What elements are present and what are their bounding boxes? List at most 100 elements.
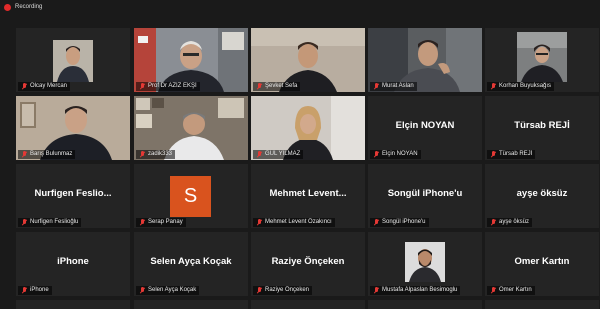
participant-name: Murat Aslan [382, 83, 414, 89]
mic-muted-icon [490, 219, 496, 226]
mic-muted-icon [490, 151, 496, 158]
mic-muted-icon [139, 219, 145, 226]
participant-tile-partial[interactable] [251, 300, 365, 309]
participant-nametag: ayşe öksüz [487, 218, 533, 227]
participant-tile-mustafa-alpaslan-besimoglu[interactable]: Mustafa Alpaslan Besimoglu [368, 232, 482, 296]
participant-tile-serap-panay[interactable]: S Serap Panay [134, 164, 248, 228]
participant-nametag: GUL YILMAZ [253, 150, 304, 159]
participant-display-name: iPhone [57, 256, 89, 267]
participant-tile-ayse-oksuz[interactable]: ayşe öksüz ayşe öksüz [485, 164, 599, 228]
participant-nametag: Nurfigen Feslioğlu [18, 218, 82, 227]
participant-name: Barış Bulunmaz [30, 151, 73, 157]
participant-nametag: zadik333 [136, 150, 176, 159]
participant-nametag: Korhan Buyuksağıs [487, 82, 555, 91]
participant-tile-sevket-sefa[interactable]: Şevket Sefa [251, 28, 365, 92]
participant-tile-partial[interactable] [368, 300, 482, 309]
mic-muted-icon [490, 83, 496, 90]
participant-tile-partial[interactable] [16, 300, 130, 309]
mic-muted-icon [490, 287, 496, 294]
mic-muted-icon [256, 151, 262, 158]
participant-display-name: Selen Ayça Koçak [150, 256, 232, 267]
recording-label: Recording [15, 4, 43, 10]
participant-nametag: Şevket Sefa [253, 82, 301, 91]
participant-tile-tursab-reji[interactable]: Türsab REJİ Türsab REJİ [485, 96, 599, 160]
mic-muted-icon [256, 83, 262, 90]
participant-tile-aziz-eksi[interactable]: Prof Dr AZİZ EKŞİ [134, 28, 248, 92]
participant-tile-elcin-noyan[interactable]: Elçin NOYAN Elçin NOYAN [368, 96, 482, 160]
participant-display-name: Mehmet Levent... [269, 188, 347, 199]
participant-name: Korhan Buyuksağıs [499, 83, 552, 89]
participant-nametag: Prof Dr AZİZ EKŞİ [136, 82, 200, 91]
participant-tile-selen-ayca-kocak[interactable]: Selen Ayça Koçak Selen Ayça Koçak [134, 232, 248, 296]
participant-name: Selen Ayça Koçak [148, 287, 197, 293]
participant-name: Nurfigen Feslioğlu [30, 219, 79, 225]
profile-photo [405, 242, 445, 282]
participant-display-name: ayşe öksüz [516, 188, 568, 199]
participant-name: Mehmet Levent Özakıncı [265, 219, 332, 225]
mic-muted-icon [139, 151, 145, 158]
participant-name: zadik333 [148, 151, 173, 157]
participant-name: Türsab REJİ [499, 151, 533, 157]
participant-nametag: Selen Ayça Koçak [136, 286, 200, 295]
zoom-gallery-view: Recording Olcay Mercan Prof Dr AZİZ EKŞİ [0, 0, 600, 309]
participant-name: Serap Panay [148, 219, 183, 225]
mic-muted-icon [373, 219, 379, 226]
participant-nametag: Mustafa Alpaslan Besimoglu [370, 286, 461, 295]
participant-tile-mehmet-levent-ozakinci[interactable]: Mehmet Levent... Mehmet Levent Özakıncı [251, 164, 365, 228]
mic-muted-icon [21, 83, 27, 90]
mic-muted-icon [139, 287, 145, 294]
participant-name: Raziye Önçeken [265, 287, 310, 293]
participant-tile-raziye-onceken[interactable]: Raziye Önçeken Raziye Önçeken [251, 232, 365, 296]
participant-name: iPhone [30, 287, 49, 293]
participant-display-name: Elçin NOYAN [395, 120, 455, 131]
participant-name: Elçin NOYAN [382, 151, 418, 157]
participant-nametag: Omer Kartın [487, 286, 535, 295]
participant-tile-iphone[interactable]: iPhone iPhone [16, 232, 130, 296]
participant-name: Olcay Mercan [30, 83, 68, 89]
participant-tile-baris-bulunmaz[interactable]: Barış Bulunmaz [16, 96, 130, 160]
participant-name: Mustafa Alpaslan Besimoglu [382, 287, 458, 293]
mic-muted-icon [373, 83, 379, 90]
participant-name: Şevket Sefa [265, 83, 298, 89]
participant-name: GUL YILMAZ [265, 151, 301, 157]
participant-tile-partial[interactable] [134, 300, 248, 309]
participant-name: Prof Dr AZİZ EKŞİ [148, 83, 197, 89]
participant-initial-avatar: S [170, 176, 211, 217]
participant-nametag: Songül iPhone'u [370, 218, 429, 227]
recording-indicator[interactable]: Recording [0, 0, 600, 14]
participant-tile-olcay-mercan[interactable]: Olcay Mercan [16, 28, 130, 92]
participant-nametag: Olcay Mercan [18, 82, 71, 91]
participant-nametag: iPhone [18, 286, 52, 295]
mic-muted-icon [256, 287, 262, 294]
participant-tile-zadik333[interactable]: zadik333 [134, 96, 248, 160]
participant-display-name: Nurfigen Feslio... [34, 188, 112, 199]
participant-tile-murat-aslan[interactable]: Murat Aslan [368, 28, 482, 92]
mic-muted-icon [21, 287, 27, 294]
participant-nametag: Murat Aslan [370, 82, 417, 91]
participant-display-name: Omer Kartın [514, 256, 570, 267]
participant-tile-nurfigen-feslioglu[interactable]: Nurfigen Feslio... Nurfigen Feslioğlu [16, 164, 130, 228]
mic-muted-icon [21, 151, 27, 158]
participant-name: ayşe öksüz [499, 219, 530, 225]
participant-display-name: Songül iPhone'u [387, 188, 463, 199]
participant-name: Songül iPhone'u [382, 219, 426, 225]
participant-nametag: Türsab REJİ [487, 150, 536, 159]
participant-display-name: Türsab REJİ [514, 120, 570, 131]
participant-nametag: Elçin NOYAN [370, 150, 421, 159]
participant-display-name: Raziye Önçeken [271, 256, 345, 267]
participant-tile-omer-kartin[interactable]: Omer Kartın Omer Kartın [485, 232, 599, 296]
participant-tile-songul-iphone[interactable]: Songül iPhone'u Songül iPhone'u [368, 164, 482, 228]
mic-muted-icon [139, 83, 145, 90]
participant-name: Omer Kartın [499, 287, 532, 293]
mic-muted-icon [373, 287, 379, 294]
participant-tile-partial[interactable] [485, 300, 599, 309]
mic-muted-icon [256, 219, 262, 226]
mic-muted-icon [21, 219, 27, 226]
recording-dot-icon [4, 3, 11, 11]
participant-nametag: Mehmet Levent Özakıncı [253, 218, 335, 227]
participant-nametag: Barış Bulunmaz [18, 150, 76, 159]
participant-nametag: Raziye Önçeken [253, 286, 313, 295]
participant-tile-gul-yilmaz[interactable]: GUL YILMAZ [251, 96, 365, 160]
mic-muted-icon [373, 151, 379, 158]
participant-tile-korhan-buyuksagis[interactable]: Korhan Buyuksağıs [485, 28, 599, 92]
